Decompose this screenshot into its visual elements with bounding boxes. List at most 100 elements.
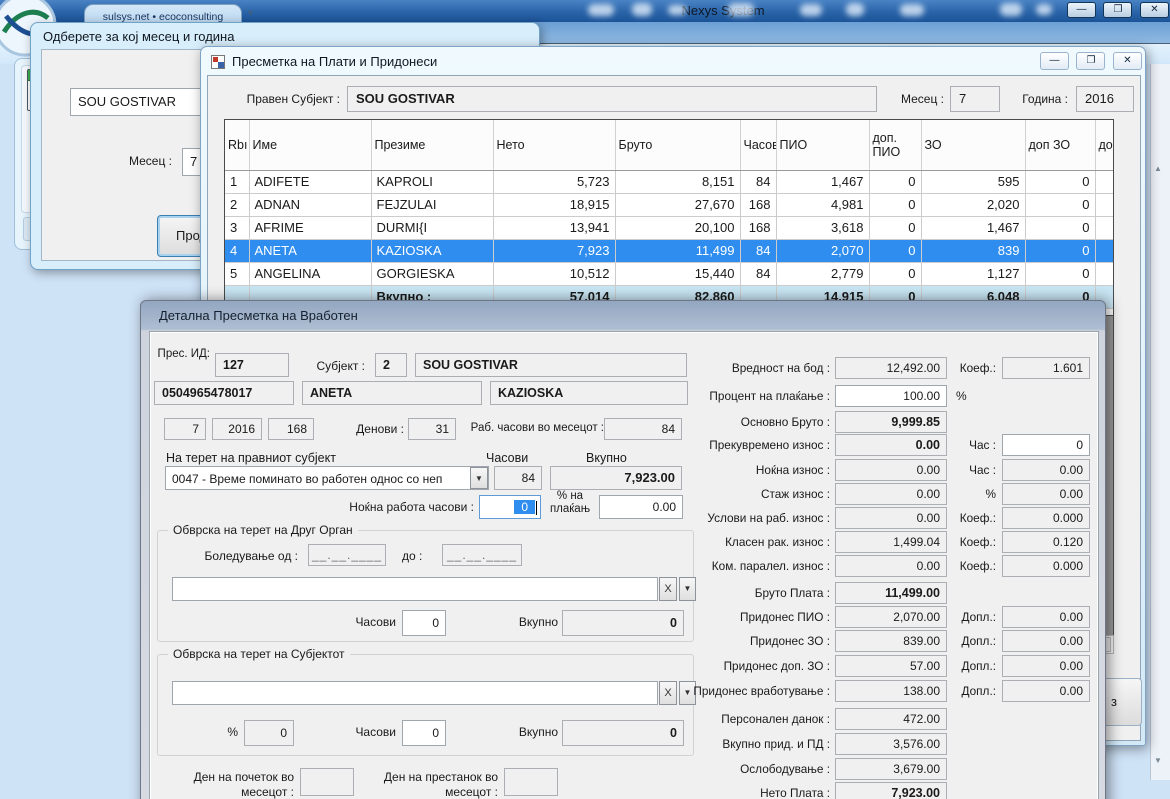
grid-cell[interactable]: 11,499 (615, 239, 740, 262)
grid-cell[interactable]: 2 (225, 193, 249, 216)
grid-cell[interactable]: 839 (921, 239, 1025, 262)
grid-cell[interactable]: 0 (869, 239, 921, 262)
scroll-down-icon[interactable]: ▼ (1154, 756, 1162, 765)
grid-column-header[interactable]: доп ЗО (1025, 120, 1095, 170)
clear-icon[interactable]: X (659, 681, 677, 705)
table-row[interactable]: 2ADNANFEJZULAI18,91527,6701684,981 02,020… (225, 193, 1114, 216)
other-organ-combobox[interactable] (172, 577, 658, 601)
grid-cell[interactable]: 4,981 (776, 193, 869, 216)
chevron-down-icon[interactable]: ▼ (470, 467, 488, 489)
table-row[interactable]: 3AFRIMEDURMI{I13,94120,1001683,61801,467… (225, 216, 1114, 239)
maximize-icon[interactable]: ❐ (1076, 52, 1105, 70)
other-organ-hours-input[interactable]: 0 (402, 610, 446, 636)
grid-column-header[interactable]: Бруто (615, 120, 740, 170)
day-end-input[interactable] (504, 768, 558, 796)
grid-cell[interactable]: 8,151 (615, 170, 740, 193)
grid-cell[interactable]: 0 (869, 170, 921, 193)
grid-cell[interactable]: 2,070 (776, 239, 869, 262)
grid-column-header[interactable]: Часов (740, 120, 776, 170)
grid-column-header[interactable]: ПИО (776, 120, 869, 170)
tab-dropdown-icon[interactable]: ▼ (246, 8, 255, 18)
scroll-up-icon[interactable]: ▲ (1154, 164, 1162, 173)
grid-cell[interactable]: 15,440 (615, 262, 740, 285)
grid-cell[interactable] (1095, 193, 1114, 216)
subject-burden-hours-input[interactable]: 0 (402, 720, 446, 746)
grid-cell[interactable]: 1,127 (921, 262, 1025, 285)
grid-cell[interactable]: 4 (225, 239, 249, 262)
finance-row-value[interactable]: 100.00 (835, 385, 947, 407)
grid-column-header[interactable]: Нето (493, 120, 615, 170)
sick-leave-from-input[interactable]: __.__.____ (308, 544, 386, 566)
grid-cell[interactable]: 0 (1025, 262, 1095, 285)
minimize-icon[interactable]: — (1040, 52, 1069, 70)
grid-cell[interactable] (1095, 170, 1114, 193)
mdi-scrollbar[interactable]: ▲ ▼ (1150, 64, 1170, 780)
minimize-icon[interactable]: — (1067, 2, 1096, 18)
grid-cell[interactable]: 5,723 (493, 170, 615, 193)
grid-cell[interactable]: ANETA (249, 239, 371, 262)
grid-cell[interactable]: 7,923 (493, 239, 615, 262)
grid-cell[interactable]: FEJZULAI (371, 193, 493, 216)
finance-row-value2[interactable]: 0 (1002, 434, 1090, 456)
grid-cell[interactable]: 168 (740, 216, 776, 239)
grid-cell[interactable]: AFRIME (249, 216, 371, 239)
grid-cell[interactable]: 1,467 (776, 170, 869, 193)
year-field[interactable]: 2016 (1076, 86, 1134, 112)
grid-column-header[interactable]: допо (1095, 120, 1114, 170)
grid-cell[interactable]: 0 (869, 216, 921, 239)
grid-cell[interactable]: 13,941 (493, 216, 615, 239)
grid-cell[interactable]: 0 (1025, 193, 1095, 216)
grid-cell[interactable]: 84 (740, 262, 776, 285)
grid-column-header[interactable]: доп. ПИО (869, 120, 921, 170)
grid-cell[interactable]: 0 (1025, 239, 1095, 262)
grid-cell[interactable]: ANGELINA (249, 262, 371, 285)
grid-cell[interactable] (1095, 239, 1114, 262)
grid-cell[interactable]: GORGIESKA (371, 262, 493, 285)
grid-column-header[interactable]: Rbı (225, 120, 249, 170)
night-hours-input[interactable]: 0 (479, 495, 541, 519)
grid-cell[interactable]: 84 (740, 170, 776, 193)
close-icon[interactable]: ✕ (1113, 52, 1142, 70)
grid-cell[interactable]: 595 (921, 170, 1025, 193)
pct-pay-input[interactable]: 0.00 (599, 495, 683, 519)
grid-cell[interactable]: 2,779 (776, 262, 869, 285)
grid-cell[interactable]: DURMI{I (371, 216, 493, 239)
table-row[interactable]: 4ANETAKAZIOSKA7,92311,499842,07008390 (225, 239, 1114, 262)
grid-cell[interactable]: KAZIOSKA (371, 239, 493, 262)
grid-cell[interactable]: 1,467 (921, 216, 1025, 239)
subject-field[interactable]: SOU GOSTIVAR (347, 86, 877, 112)
day-start-input[interactable] (300, 768, 354, 796)
grid-cell[interactable]: ADIFETE (249, 170, 371, 193)
grid-cell[interactable]: 0 (869, 262, 921, 285)
work-type-combobox[interactable]: 0047 - Време поминато во работен однос с… (165, 466, 489, 490)
sick-leave-to-input[interactable]: __.__.____ (442, 544, 522, 566)
grid-cell[interactable]: 5 (225, 262, 249, 285)
clear-icon[interactable]: X (659, 577, 677, 601)
grid-cell[interactable]: 20,100 (615, 216, 740, 239)
grid-cell[interactable]: ADNAN (249, 193, 371, 216)
grid-cell[interactable]: 84 (740, 239, 776, 262)
maximize-icon[interactable]: ❐ (1103, 2, 1132, 18)
grid-column-header[interactable]: Презиме (371, 120, 493, 170)
grid-cell[interactable]: 0 (1025, 216, 1095, 239)
subject-burden-combobox[interactable] (172, 681, 658, 705)
grid-cell[interactable]: 10,512 (493, 262, 615, 285)
grid-cell[interactable]: 27,670 (615, 193, 740, 216)
grid-column-header[interactable]: ЗО (921, 120, 1025, 170)
grid-cell[interactable]: 168 (740, 193, 776, 216)
grid-cell[interactable]: 18,915 (493, 193, 615, 216)
partial-exit-button[interactable]: з (1102, 678, 1142, 726)
grid-cell[interactable]: 3 (225, 216, 249, 239)
month-field[interactable]: 7 (950, 86, 1000, 112)
grid-cell[interactable]: KAPROLI (371, 170, 493, 193)
grid-cell[interactable]: 0 (1025, 170, 1095, 193)
table-row[interactable]: 1ADIFETEKAPROLI5,7238,151841,46705950 (225, 170, 1114, 193)
grid-column-header[interactable]: Име (249, 120, 371, 170)
grid-cell[interactable]: 2,020 (921, 193, 1025, 216)
grid-cell[interactable]: 3,618 (776, 216, 869, 239)
grid-cell[interactable] (1095, 216, 1114, 239)
table-row[interactable]: 5ANGELINAGORGIESKA10,51215,440842,77901,… (225, 262, 1114, 285)
grid-cell[interactable]: 1 (225, 170, 249, 193)
close-icon[interactable]: ✕ (1140, 2, 1169, 18)
grid-cell[interactable] (1095, 262, 1114, 285)
